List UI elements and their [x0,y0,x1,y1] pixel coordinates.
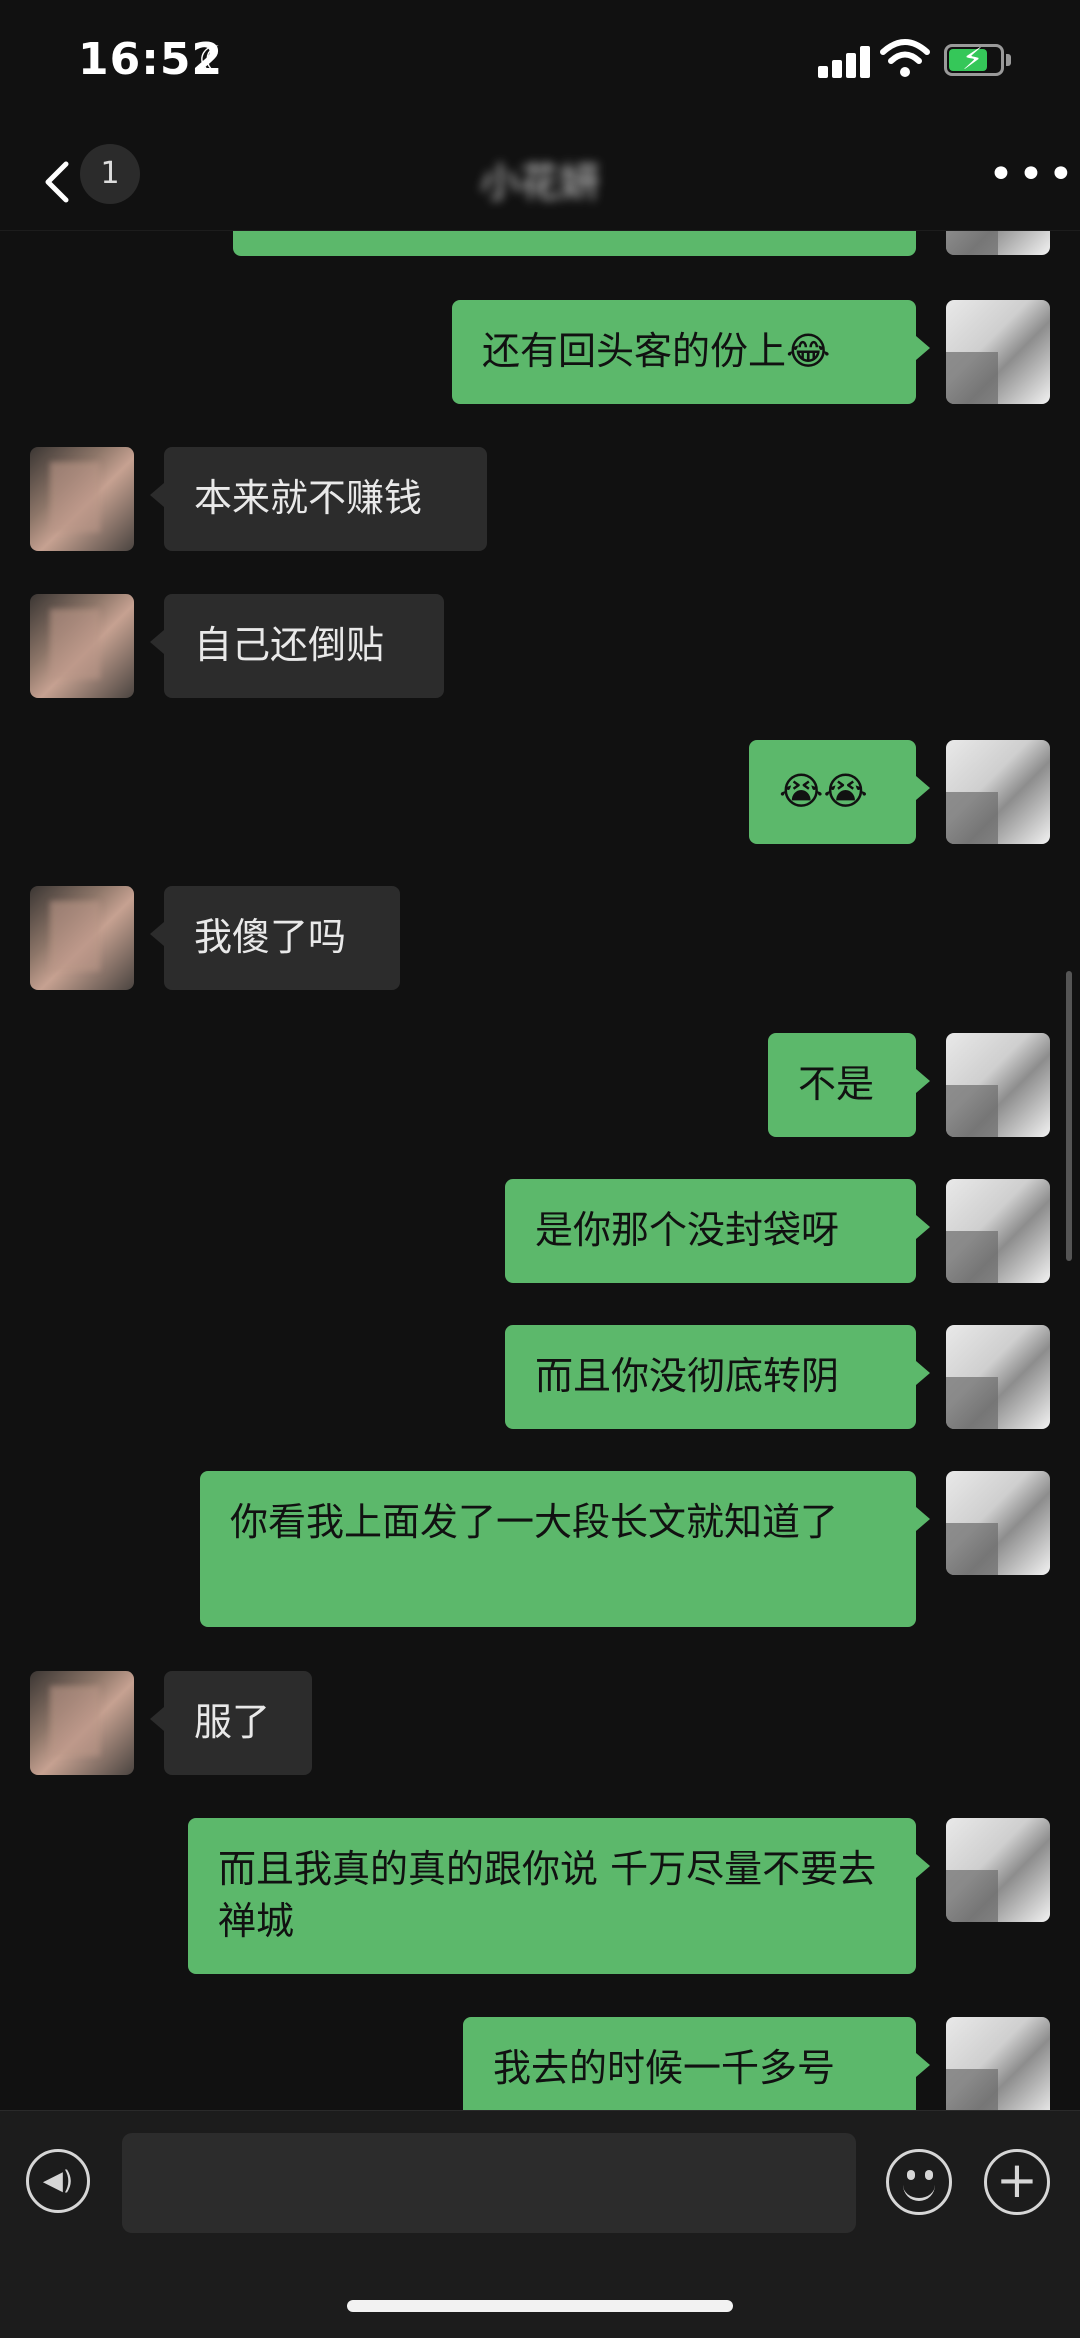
message-bubble[interactable] [233,231,916,256]
my-avatar[interactable] [946,300,1050,404]
message-row: 我傻了吗 [0,886,1080,991]
message-bubble[interactable]: 自己还倒贴 [150,594,444,698]
chat-header: 1 小花妍 ••• [0,130,1080,231]
emoji-icon[interactable] [886,2149,952,2215]
my-avatar[interactable] [946,2017,1050,2110]
message-list[interactable]: 还有回头客的份上😂 本来就不赚钱 自己还倒贴 😭😭 我傻了吗 不是 是你那个没封… [0,231,1080,2110]
my-avatar[interactable] [946,1179,1050,1283]
message-row: 自己还倒贴 [0,594,1080,699]
voice-input-icon[interactable]: ◀) [26,2149,90,2213]
wifi-icon [880,39,930,77]
message-row: 是你那个没封袋呀 [0,1179,1080,1284]
message-bubble[interactable]: 而且我真的真的跟你说 千万尽量不要去禅城 [188,1818,930,1974]
message-row: 我去的时候一千多号 [0,2017,1080,2110]
chat-title: 小花妍 [480,160,600,206]
scrollbar[interactable] [1066,971,1072,1261]
cellular-signal-icon [818,44,876,78]
message-row: 服了 [0,1671,1080,1776]
message-bubble[interactable]: 我傻了吗 [150,886,400,990]
contact-avatar[interactable] [30,886,134,990]
message-bubble[interactable]: 服了 [150,1671,312,1775]
plus-icon[interactable]: + [984,2149,1050,2215]
message-bubble[interactable]: 😭😭 [749,740,930,844]
message-row: 而且我真的真的跟你说 千万尽量不要去禅城 [0,1818,1080,1976]
message-bubble[interactable]: 我去的时候一千多号 [463,2017,930,2110]
message-bubble[interactable]: 本来就不赚钱 [150,447,487,551]
my-avatar[interactable] [946,1033,1050,1137]
message-row: 而且你没彻底转阴 [0,1325,1080,1430]
message-input[interactable] [122,2133,856,2233]
message-row: 😭😭 [0,740,1080,845]
message-bubble[interactable]: 不是 [768,1033,930,1137]
message-row: 不是 [0,1033,1080,1138]
status-bar: 16:52 ☾ ⚡ [0,0,1080,130]
my-avatar[interactable] [946,740,1050,844]
contact-avatar[interactable] [30,447,134,551]
message-row: 还有回头客的份上😂 [0,300,1080,405]
my-avatar[interactable] [946,1818,1050,1922]
message-row: 本来就不赚钱 [0,447,1080,552]
my-avatar[interactable] [946,231,1050,255]
message-bubble[interactable]: 而且你没彻底转阴 [505,1325,930,1429]
message-bubble[interactable]: 你看我上面发了一大段长文就知道了 [200,1471,930,1627]
contact-avatar[interactable] [30,1671,134,1775]
my-avatar[interactable] [946,1471,1050,1575]
home-indicator[interactable] [347,2300,733,2312]
message-bubble[interactable]: 还有回头客的份上😂 [452,300,930,404]
contact-avatar[interactable] [30,594,134,698]
more-options-icon[interactable]: ••• [988,153,1074,197]
my-avatar[interactable] [946,1325,1050,1429]
message-bubble[interactable]: 是你那个没封袋呀 [505,1179,930,1283]
message-row: 你看我上面发了一大段长文就知道了 [0,1471,1080,1629]
moon-icon: ☾ [198,38,233,82]
message-row [0,231,1080,261]
battery-icon: ⚡ [944,42,1014,78]
